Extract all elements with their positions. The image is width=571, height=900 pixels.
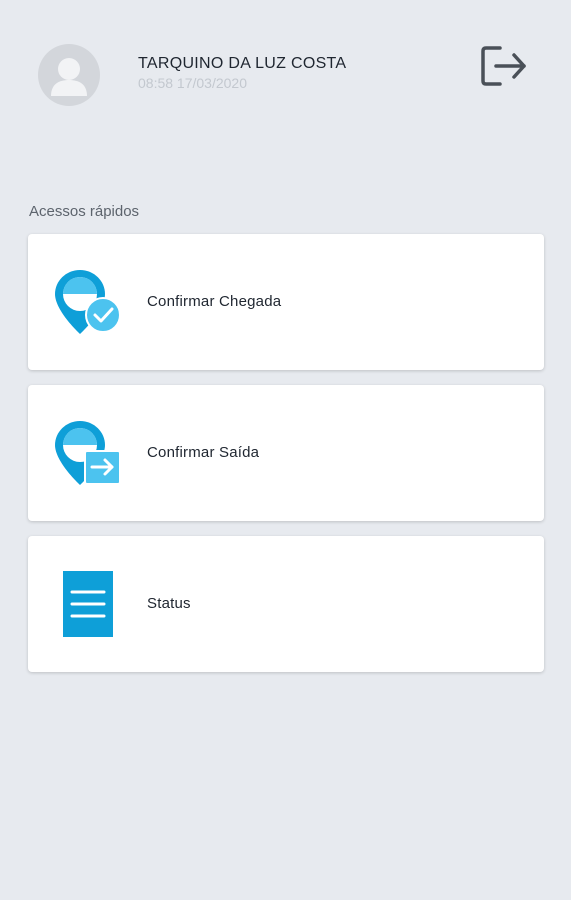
- card-label-status: Status: [147, 595, 191, 612]
- card-label-confirm-exit: Confirmar Saída: [147, 444, 260, 461]
- location-check-icon: [55, 270, 121, 334]
- logout-icon[interactable]: [478, 42, 530, 90]
- user-avatar-icon: [38, 44, 100, 106]
- section-title: Acessos rápidos: [29, 203, 140, 220]
- user-datetime: 08:58 17/03/2020: [138, 75, 247, 91]
- card-confirm-arrival[interactable]: Confirmar Chegada: [28, 234, 544, 370]
- header: TARQUINO DA LUZ COSTA 08:58 17/03/2020: [0, 0, 571, 140]
- location-exit-icon: [55, 421, 121, 485]
- card-status[interactable]: Status: [28, 536, 544, 672]
- document-icon: [63, 571, 113, 637]
- user-name: TARQUINO DA LUZ COSTA: [138, 55, 347, 72]
- card-confirm-exit[interactable]: Confirmar Saída: [28, 385, 544, 521]
- card-label-confirm-arrival: Confirmar Chegada: [147, 293, 282, 310]
